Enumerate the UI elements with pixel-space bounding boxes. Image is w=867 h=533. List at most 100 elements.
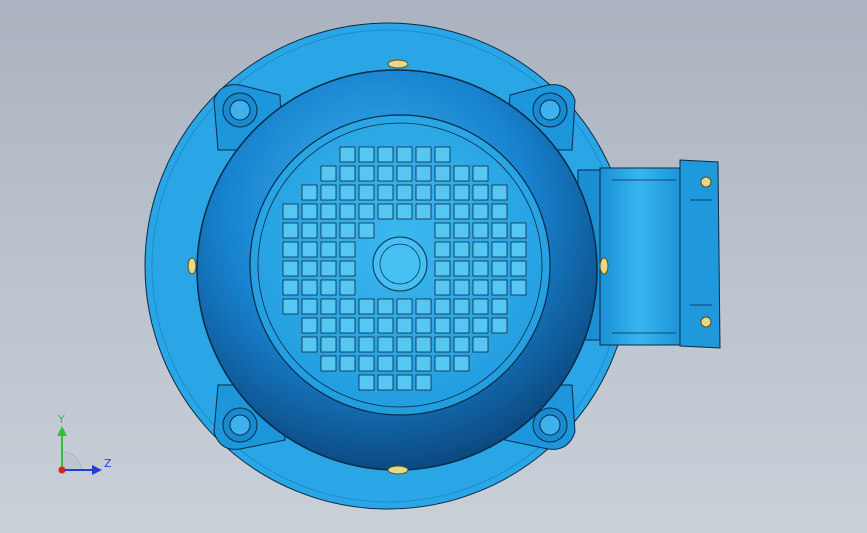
terminal-box[interactable] — [577, 159, 721, 349]
housing-bolt-bottom — [387, 465, 409, 475]
grille-hole — [358, 298, 375, 315]
housing-bolt-top — [387, 59, 409, 69]
grille-hole — [396, 336, 413, 353]
grille-hole — [472, 260, 489, 277]
grille-hole — [453, 184, 470, 201]
grille-hole — [434, 317, 451, 334]
grille-hole — [453, 336, 470, 353]
grille-hole — [453, 279, 470, 296]
grille-hole — [491, 279, 508, 296]
grille-hole — [358, 146, 375, 163]
grille-hole — [320, 298, 337, 315]
grille-hole — [339, 298, 356, 315]
grille-hole — [472, 336, 489, 353]
grille-hole — [396, 165, 413, 182]
grille-hole — [377, 184, 394, 201]
grille-hole — [510, 260, 527, 277]
housing-bolt-left — [187, 257, 197, 275]
grille-hole — [472, 298, 489, 315]
grille-hole — [472, 165, 489, 182]
grille-hole — [453, 203, 470, 220]
grille-hole — [453, 241, 470, 258]
motor-model[interactable] — [0, 0, 867, 533]
grille-hole — [415, 203, 432, 220]
grille-hole — [358, 222, 375, 239]
grille-hole — [415, 146, 432, 163]
grille-hole — [415, 298, 432, 315]
grille-hole — [396, 184, 413, 201]
grille-hole — [377, 374, 394, 391]
grille-hole — [453, 165, 470, 182]
grille-hole — [415, 374, 432, 391]
grille-hole — [434, 298, 451, 315]
grille-hole — [320, 279, 337, 296]
grille-hole — [434, 241, 451, 258]
grille-hole — [301, 184, 318, 201]
grille-hole — [396, 203, 413, 220]
grille-hole — [301, 298, 318, 315]
grille-hole — [434, 222, 451, 239]
grille-hole — [358, 317, 375, 334]
grille-hole — [396, 317, 413, 334]
grille-hole — [472, 222, 489, 239]
grille-hole — [415, 336, 432, 353]
grille-hole — [339, 146, 356, 163]
grille-hole — [358, 203, 375, 220]
grille-hole — [301, 222, 318, 239]
grille-hole — [415, 165, 432, 182]
grille-hole — [434, 260, 451, 277]
grille-hole — [491, 317, 508, 334]
shaft-hub[interactable] — [372, 236, 428, 292]
grille-hole — [320, 241, 337, 258]
grille-hole — [358, 374, 375, 391]
grille-hole — [301, 241, 318, 258]
grille-hole — [339, 222, 356, 239]
grille-hole — [472, 203, 489, 220]
grille-hole — [282, 260, 299, 277]
grille-hole — [491, 260, 508, 277]
grille-hole — [415, 317, 432, 334]
grille-hole — [320, 203, 337, 220]
grille-hole — [377, 336, 394, 353]
grille-hole — [415, 355, 432, 372]
grille-hole — [320, 355, 337, 372]
grille-hole — [339, 279, 356, 296]
y-axis-arrow — [57, 426, 67, 436]
grille-hole — [453, 355, 470, 372]
grille-hole — [453, 260, 470, 277]
grille-hole — [339, 260, 356, 277]
z-axis-arrow — [92, 465, 102, 475]
grille-hole — [339, 165, 356, 182]
z-axis-label: Z — [104, 457, 112, 470]
grille-hole — [434, 165, 451, 182]
grille-hole — [491, 184, 508, 201]
grille-hole — [339, 241, 356, 258]
grille-hole — [320, 317, 337, 334]
grille-hole — [282, 222, 299, 239]
grille-hole — [301, 336, 318, 353]
grille-hole — [301, 279, 318, 296]
grille-hole — [396, 374, 413, 391]
grille-hole — [434, 355, 451, 372]
grille-hole — [396, 355, 413, 372]
grille-hole — [377, 317, 394, 334]
grille-hole — [453, 298, 470, 315]
graphics-viewport[interactable]: Y Z — [0, 0, 867, 533]
grille-hole — [320, 184, 337, 201]
grille-hole — [320, 260, 337, 277]
grille-hole — [434, 203, 451, 220]
reference-triad: Y Z — [48, 412, 118, 482]
grille-hole — [491, 222, 508, 239]
grille-hole — [453, 222, 470, 239]
grille-hole — [396, 146, 413, 163]
grille-hole — [339, 355, 356, 372]
grille-hole — [434, 184, 451, 201]
y-axis-label: Y — [58, 413, 65, 426]
grille-hole — [358, 336, 375, 353]
grille-hole — [282, 203, 299, 220]
grille-hole — [358, 355, 375, 372]
grille-hole — [358, 184, 375, 201]
grille-hole — [510, 279, 527, 296]
x-axis-point — [58, 466, 66, 474]
grille-hole — [339, 336, 356, 353]
